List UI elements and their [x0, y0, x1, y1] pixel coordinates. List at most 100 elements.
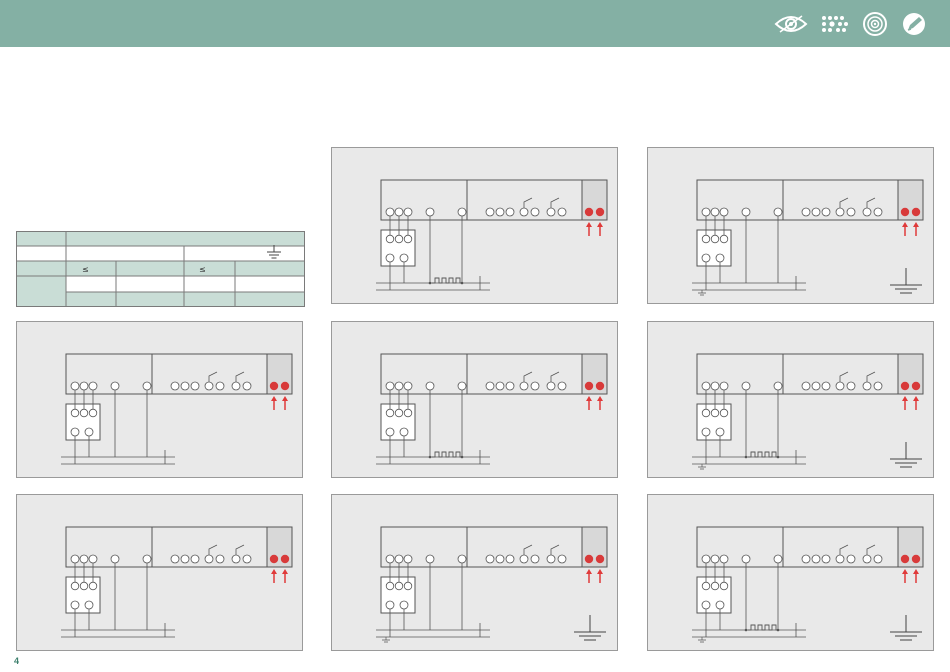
module-housing — [65, 526, 293, 568]
terminal — [801, 381, 811, 391]
terminal — [190, 381, 200, 391]
terminal — [811, 554, 821, 564]
wiring-panel-h — [647, 494, 934, 651]
terminal — [242, 381, 252, 391]
terminal — [394, 234, 404, 244]
terminal — [719, 234, 729, 244]
terminal — [546, 381, 556, 391]
terminal — [811, 207, 821, 217]
terminal — [701, 207, 711, 217]
terminal — [394, 207, 404, 217]
status-led — [269, 381, 279, 391]
wiring-panel-d — [331, 321, 618, 478]
terminal — [873, 381, 883, 391]
wiring-diagram — [61, 526, 293, 638]
heating-element — [748, 624, 779, 631]
status-led — [584, 381, 594, 391]
terminal — [399, 600, 409, 610]
terminal — [710, 207, 720, 217]
terminal — [701, 427, 711, 437]
relay-contact — [839, 544, 849, 555]
heating-element — [432, 277, 463, 284]
status-led — [911, 381, 921, 391]
terminal — [546, 207, 556, 217]
terminal — [385, 427, 395, 437]
wiring-diagram — [61, 353, 293, 465]
terminal — [385, 408, 395, 418]
status-led — [280, 554, 290, 564]
arrow-icon — [271, 396, 277, 410]
terminal — [403, 554, 413, 564]
terminal — [701, 581, 711, 591]
terminal — [701, 253, 711, 263]
terminal — [394, 554, 404, 564]
relay-contact — [866, 544, 876, 555]
specification-table: ≤ ≤ — [16, 231, 305, 307]
terminal — [835, 381, 845, 391]
terminal — [425, 207, 435, 217]
ground-symbol-icon — [574, 615, 606, 641]
terminal — [801, 207, 811, 217]
terminal — [110, 381, 120, 391]
terminal — [399, 253, 409, 263]
relay-contact — [523, 197, 533, 208]
terminal — [701, 234, 711, 244]
wiring-diagram — [692, 353, 924, 470]
terminal — [88, 381, 98, 391]
arrow-icon — [282, 396, 288, 410]
terminal — [557, 554, 567, 564]
terminal — [719, 554, 729, 564]
terminal — [701, 600, 711, 610]
terminal — [204, 381, 214, 391]
module-housing — [380, 353, 608, 395]
relay-contact — [523, 371, 533, 382]
terminal — [801, 554, 811, 564]
small-ground-icon — [698, 464, 706, 470]
relay-contact — [235, 544, 245, 555]
wiring-diagram — [692, 526, 924, 643]
terminal — [231, 554, 241, 564]
terminal — [530, 207, 540, 217]
status-led — [911, 207, 921, 217]
relay-contact — [208, 544, 218, 555]
terminal — [110, 554, 120, 564]
terminal — [403, 207, 413, 217]
terminal — [821, 207, 831, 217]
terminal — [70, 427, 80, 437]
arrow-icon — [271, 569, 277, 583]
terminal — [79, 554, 89, 564]
relay-contact — [866, 197, 876, 208]
target-icon — [858, 12, 892, 36]
terminal — [385, 253, 395, 263]
ground-symbol-icon — [890, 442, 922, 468]
status-led — [595, 554, 605, 564]
terminal — [485, 207, 495, 217]
terminal — [403, 581, 413, 591]
terminal — [519, 554, 529, 564]
arrow-icon — [586, 396, 592, 410]
terminal — [741, 207, 751, 217]
terminal — [84, 600, 94, 610]
status-led — [269, 554, 279, 564]
heating-element — [432, 451, 463, 458]
arrow-icon — [282, 569, 288, 583]
module-housing — [65, 353, 293, 395]
terminal — [495, 207, 505, 217]
terminal — [873, 554, 883, 564]
module-housing — [696, 526, 924, 568]
terminal — [457, 381, 467, 391]
terminal — [79, 381, 89, 391]
terminal — [846, 381, 856, 391]
terminal — [385, 554, 395, 564]
terminal — [495, 381, 505, 391]
status-led — [584, 554, 594, 564]
terminal — [710, 234, 720, 244]
terminal — [88, 408, 98, 418]
terminal — [835, 554, 845, 564]
terminal — [385, 581, 395, 591]
terminal — [399, 427, 409, 437]
arrow-icon — [913, 569, 919, 583]
terminal — [88, 581, 98, 591]
relay-contact — [839, 197, 849, 208]
terminal — [457, 207, 467, 217]
